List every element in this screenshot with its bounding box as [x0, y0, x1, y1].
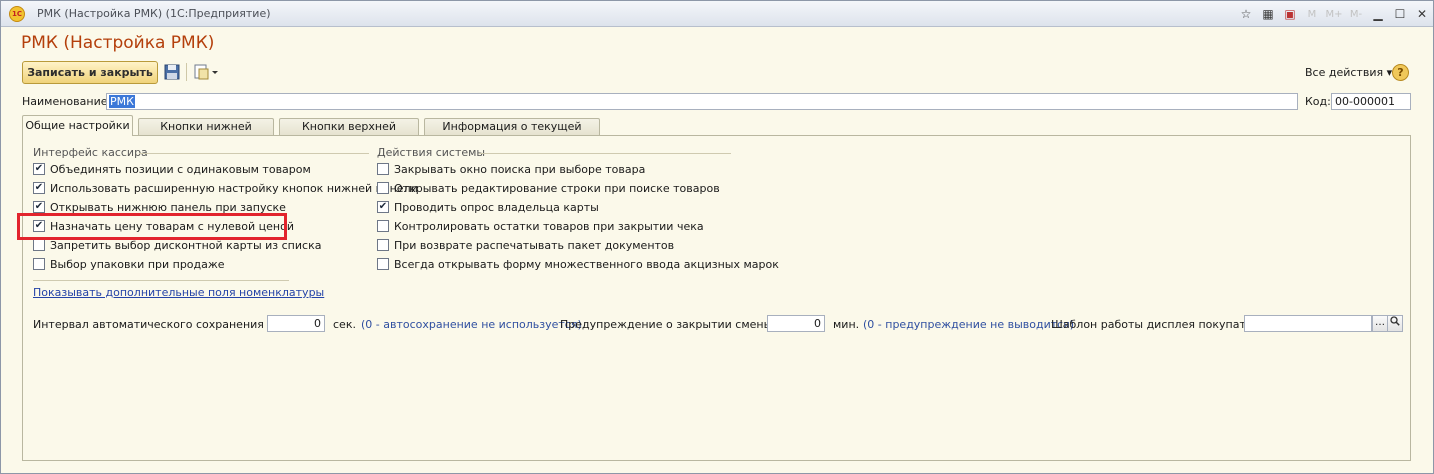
- tab-bottom-panel-buttons[interactable]: Кнопки нижней панели: [138, 118, 274, 148]
- memory-m-icon: M: [1307, 8, 1317, 20]
- title-bar-tools: ☆ ▦ ▣ M M+ M- ▁ ☐ ✕: [1235, 4, 1433, 24]
- cashier-interface-group-title: Интерфейс кассира: [33, 146, 148, 159]
- checkbox-label: При возврате распечатывать пакет докумен…: [394, 238, 675, 252]
- group-divider: [479, 153, 731, 154]
- checkbox-box[interactable]: [377, 258, 389, 270]
- checkbox-box[interactable]: [377, 182, 389, 194]
- code-field[interactable]: 00-000001: [1331, 93, 1411, 110]
- form-title: РМК (Настройка РМК): [21, 33, 215, 53]
- tab-current-row-info[interactable]: Информация о текущей строке: [424, 118, 600, 148]
- checkbox-close-search-window[interactable]: Закрывать окно поиска при выборе товара: [377, 161, 645, 177]
- shift-warning-label: Предупреждение о закрытии смены за:: [560, 318, 793, 331]
- checkbox-control-stock[interactable]: Контролировать остатки товаров при закры…: [377, 218, 704, 234]
- checkbox-extended-bottom-buttons[interactable]: ✔ Использовать расширенную настройку кно…: [33, 180, 418, 196]
- checkbox-label: Открывать редактирование строки при поис…: [394, 181, 720, 195]
- document-related-icon[interactable]: [192, 62, 220, 82]
- name-field[interactable]: РМК: [106, 93, 1298, 110]
- tab-general-settings[interactable]: Общие настройки: [22, 115, 133, 136]
- checkbox-label: Выбор упаковки при продаже: [50, 257, 225, 271]
- group-divider: [139, 153, 369, 154]
- highlight-annotation-box: [17, 213, 287, 240]
- favorite-star-icon[interactable]: ☆: [1235, 4, 1257, 24]
- save-and-close-button[interactable]: Записать и закрыть: [22, 61, 158, 84]
- checkbox-box[interactable]: [377, 163, 389, 175]
- autosave-hint: (0 - автосохранение не используется): [361, 318, 582, 331]
- show-additional-fields-link[interactable]: Показывать дополнительные поля номенклат…: [33, 286, 324, 299]
- checkbox-box[interactable]: [33, 258, 45, 270]
- system-actions-group-title: Действия системы: [377, 146, 486, 159]
- link-divider: [33, 280, 289, 281]
- autosave-interval-label: Интервал автоматического сохранения чека…: [33, 318, 298, 331]
- title-bar: 1C РМК (Настройка РМК) (1С:Предприятие) …: [1, 1, 1433, 27]
- checkbox-label: Использовать расширенную настройку кнопо…: [50, 181, 418, 195]
- shift-warning-hint: (0 - предупреждение не выводится): [863, 318, 1075, 331]
- customer-display-template-label: Шаблон работы дисплея покупателя:: [1051, 318, 1271, 331]
- checkbox-label: Открывать нижнюю панель при запуске: [50, 200, 286, 214]
- toolbar-separator: [186, 63, 187, 81]
- checkbox-box[interactable]: ✔: [377, 201, 389, 213]
- checkbox-excise-marks-form[interactable]: Всегда открывать форму множественного вв…: [377, 256, 779, 272]
- checkbox-print-return-docs[interactable]: При возврате распечатывать пакет докумен…: [377, 237, 674, 253]
- customer-display-template-input[interactable]: [1244, 315, 1372, 332]
- all-actions-menu[interactable]: Все действия ▾: [1305, 66, 1392, 79]
- memory-m-plus-icon: M+: [1325, 8, 1343, 20]
- 1c-logo-icon[interactable]: 1C: [9, 6, 25, 22]
- autosave-interval-input[interactable]: 0: [267, 315, 325, 332]
- checkbox-label: Запретить выбор дисконтной карты из спис…: [50, 238, 322, 252]
- checkbox-box[interactable]: ✔: [33, 182, 45, 194]
- checkbox-merge-positions[interactable]: ✔ Объединять позиции с одинаковым товаро…: [33, 161, 311, 177]
- checkbox-label: Контролировать остатки товаров при закры…: [394, 219, 704, 233]
- close-icon[interactable]: ✕: [1411, 4, 1433, 24]
- help-icon[interactable]: ?: [1392, 64, 1409, 81]
- checkbox-box[interactable]: [377, 239, 389, 251]
- shift-warning-unit: мин.: [833, 318, 860, 331]
- app-window: 1C РМК (Настройка РМК) (1С:Предприятие) …: [0, 0, 1434, 474]
- checkbox-label: Объединять позиции с одинаковым товаром: [50, 162, 311, 176]
- select-ellipsis-button[interactable]: …: [1372, 315, 1388, 332]
- shift-warning-input[interactable]: 0: [767, 315, 825, 332]
- autosave-unit: сек.: [333, 318, 356, 331]
- checkbox-survey-card-owner[interactable]: ✔ Проводить опрос владельца карты: [377, 199, 599, 215]
- checkbox-box[interactable]: [377, 220, 389, 232]
- search-icon[interactable]: [1387, 315, 1403, 332]
- checkbox-label: Проводить опрос владельца карты: [394, 200, 599, 214]
- calendar-icon[interactable]: ▣: [1279, 4, 1301, 24]
- maximize-icon[interactable]: ☐: [1389, 4, 1411, 24]
- name-label: Наименование:: [22, 95, 112, 108]
- tab-top-panel-buttons[interactable]: Кнопки верхней панели: [279, 118, 419, 148]
- save-disk-icon[interactable]: [163, 62, 181, 82]
- checkbox-box[interactable]: ✔: [33, 163, 45, 175]
- name-field-value: РМК: [109, 95, 135, 108]
- checkbox-open-row-edit[interactable]: Открывать редактирование строки при поис…: [377, 180, 720, 196]
- checkbox-package-choice[interactable]: Выбор упаковки при продаже: [33, 256, 225, 272]
- memory-m-minus-icon: M-: [1349, 8, 1363, 20]
- checkbox-label: Закрывать окно поиска при выборе товара: [394, 162, 646, 176]
- checkbox-label: Всегда открывать форму множественного вв…: [394, 257, 779, 271]
- minimize-icon[interactable]: ▁: [1367, 4, 1389, 24]
- calculator-icon[interactable]: ▦: [1257, 4, 1279, 24]
- checkbox-box[interactable]: [33, 239, 45, 251]
- code-label: Код:: [1305, 95, 1331, 108]
- window-title: РМК (Настройка РМК) (1С:Предприятие): [37, 7, 271, 20]
- checkbox-box[interactable]: ✔: [33, 201, 45, 213]
